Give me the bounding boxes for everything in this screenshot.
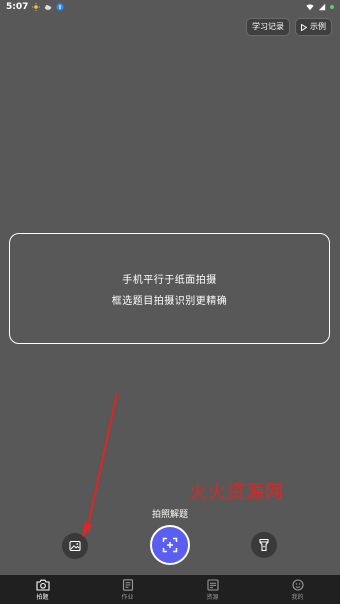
scan-frame: 手机平行于纸面拍摄 框选题目拍摄识别更精确 xyxy=(9,233,330,344)
image-icon xyxy=(69,540,81,552)
frame-hint-line-1: 手机平行于纸面拍摄 xyxy=(122,274,217,286)
wifi-icon xyxy=(306,4,314,11)
shoot-mode-label: 拍照解题 xyxy=(151,510,188,520)
profile-icon xyxy=(291,578,304,591)
status-time: 5:07 xyxy=(6,2,29,12)
example-label: 示例 xyxy=(310,22,326,31)
nav-item-photo-search[interactable]: 拍题 xyxy=(23,579,63,601)
nav-label-resource: 资源 xyxy=(206,593,219,601)
cloud-icon xyxy=(45,5,52,10)
nav-label-homework: 作业 xyxy=(121,593,134,601)
study-history-button[interactable]: 学习记录 xyxy=(246,18,290,36)
status-left: 5:07 xyxy=(6,2,64,12)
bottom-nav: 拍题 作业 资源 我的 xyxy=(0,575,340,604)
flashlight-button[interactable] xyxy=(251,532,277,558)
nav-label-photo-search: 拍题 xyxy=(36,593,49,601)
nav-item-profile[interactable]: 我的 xyxy=(278,578,318,601)
album-button[interactable] xyxy=(62,533,88,559)
flashlight-icon xyxy=(259,538,269,552)
study-history-label: 学习记录 xyxy=(252,22,284,31)
example-button[interactable]: 示例 xyxy=(295,18,332,36)
app-notification-icon xyxy=(56,3,64,11)
camera-icon xyxy=(35,579,50,591)
battery-icon xyxy=(330,5,334,9)
signal-icon xyxy=(318,3,326,11)
top-actions: 学习记录 示例 xyxy=(246,18,332,36)
play-icon xyxy=(301,23,307,31)
nav-item-homework[interactable]: 作业 xyxy=(108,578,148,601)
shutter-button[interactable] xyxy=(150,525,190,565)
nav-label-profile: 我的 xyxy=(291,593,304,601)
status-bar: 5:07 xyxy=(0,0,340,14)
scan-icon xyxy=(162,537,178,553)
sun-icon xyxy=(32,3,41,11)
status-right xyxy=(306,3,334,11)
homework-icon xyxy=(122,578,133,591)
frame-hint-line-2: 框选题目拍摄识别更精确 xyxy=(111,295,228,307)
nav-item-resource[interactable]: 资源 xyxy=(193,578,233,601)
watermark-text: 火火资源网 xyxy=(189,482,284,503)
resource-icon xyxy=(206,578,219,591)
